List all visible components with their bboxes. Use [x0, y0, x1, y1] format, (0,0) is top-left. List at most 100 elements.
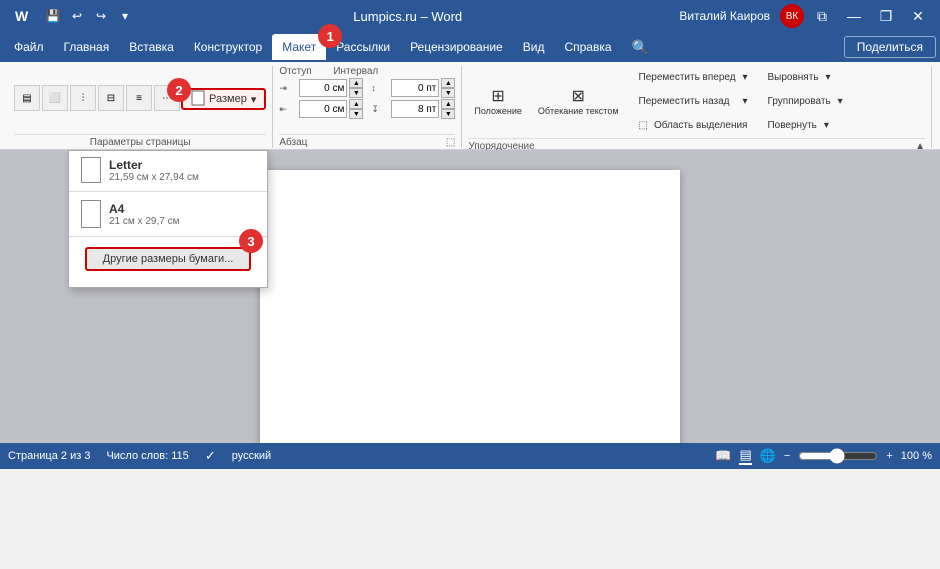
indent-right-up[interactable]: ▲	[349, 99, 363, 109]
redo-quick-btn[interactable]: ↪	[90, 5, 112, 27]
group-btn[interactable]: Группировать ▾	[761, 90, 848, 112]
print-layout-btn[interactable]: ▤	[739, 447, 751, 465]
size-dropdown: Letter 21,59 см х 27,94 см A4 21 см х 29…	[68, 150, 268, 288]
interval-before-arrows: ▲ ▼	[441, 78, 455, 98]
arrange-col-2: ⊠ Обтекание текстом	[532, 75, 625, 127]
paragraph-tools: Отступ Интервал ⇥ 0 см ▲ ▼ ↕ 0 пт ▲ ▼ ⇤	[279, 66, 455, 132]
ribbon: ▤ ⬜ ⫶ ⊟ ≡ ⋯ 2 Размер ▾ Параметры страниц	[0, 62, 940, 150]
close-btn[interactable]: ✕	[904, 2, 932, 30]
menu-right: Поделиться	[844, 36, 936, 58]
rotate-label: Повернуть	[767, 120, 816, 131]
indent-right-input[interactable]	[299, 100, 347, 118]
menu-constructor[interactable]: Конструктор	[184, 34, 272, 60]
a4-size: 21 см х 29,7 см	[109, 216, 179, 227]
restore-btn[interactable]: ⧉	[808, 2, 836, 30]
bring-forward-arrow: ▾	[742, 72, 747, 83]
other-sizes-button[interactable]: Другие размеры бумаги...	[85, 247, 251, 271]
interval-after-up[interactable]: ▲	[441, 99, 455, 109]
bring-forward-label: Переместить вперед	[639, 72, 736, 83]
interval-after-input[interactable]: 8 пт	[391, 100, 439, 118]
dropdown-a4[interactable]: A4 21 см х 29,7 см	[69, 194, 267, 234]
proofing-icon[interactable]: ✓	[205, 448, 216, 464]
letter-size: 21,59 см х 27,94 см	[109, 172, 199, 183]
web-layout-btn[interactable]: 🌐	[760, 448, 776, 464]
indent-left-up[interactable]: ▲	[349, 78, 363, 88]
indent-left-arrows: ▲ ▼	[349, 78, 363, 98]
title-text: Lumpics.ru – Word	[353, 9, 462, 24]
orientation-icon[interactable]: ⬜	[42, 85, 68, 111]
minimize-btn[interactable]: —	[840, 2, 868, 30]
size-button[interactable]: Размер ▾	[181, 88, 266, 110]
dropdown-letter[interactable]: Letter 21,59 см х 27,94 см	[69, 151, 267, 189]
margins-icon[interactable]: ▤	[14, 85, 40, 111]
share-button[interactable]: Поделиться	[844, 36, 936, 58]
rotate-btn[interactable]: Повернуть ▾	[761, 114, 848, 136]
interval-after-down[interactable]: ▼	[441, 109, 455, 119]
indent-right-icon: ⇤	[279, 104, 297, 115]
title-bar-right: Виталий Каиров ВК ⧉ — ❐ ✕	[679, 2, 932, 30]
interval-before-up[interactable]: ▲	[441, 78, 455, 88]
arrange-col-4: Выровнять ▾ Группировать ▾ Повернуть ▾	[761, 66, 848, 136]
menu-home[interactable]: Главная	[54, 34, 120, 60]
ribbon-arrange: ⊞ Положение ⊠ Обтекание текстом Перемест…	[462, 66, 932, 148]
zoom-value: 100 %	[901, 450, 932, 462]
send-backward-label: Переместить назад	[639, 96, 730, 107]
position-btn[interactable]: ⊞ Положение	[468, 75, 528, 127]
ribbon-page-setup: ▤ ⬜ ⫶ ⊟ ≡ ⋯ 2 Размер ▾ Параметры страниц	[8, 66, 273, 148]
indent-left-down[interactable]: ▼	[349, 88, 363, 98]
selection-pane-label: Область выделения	[654, 120, 748, 131]
menu-review[interactable]: Рецензирование	[400, 34, 513, 60]
search-icon-btn[interactable]: 🔍	[622, 34, 659, 60]
indent-left-input[interactable]: 0 см	[299, 79, 347, 97]
size-dropdown-arrow: ▾	[251, 93, 257, 106]
user-avatar[interactable]: ВК	[780, 4, 804, 28]
maximize-btn[interactable]: ❐	[872, 2, 900, 30]
bring-forward-btn[interactable]: Переместить вперед ▾	[633, 66, 754, 88]
paragraph-expand-btn[interactable]: ⬚	[446, 137, 455, 148]
zoom-out-btn[interactable]: −	[784, 450, 790, 462]
letter-name: Letter	[109, 158, 199, 172]
align-btn[interactable]: Выровнять ▾	[761, 66, 848, 88]
interval-before-input[interactable]: 0 пт	[391, 79, 439, 97]
menu-layout[interactable]: Макет 1	[272, 34, 326, 60]
position-label: Положение	[474, 106, 522, 116]
word-icon: W	[8, 2, 36, 30]
size-btn-label: Размер	[209, 93, 247, 105]
interval-before-down[interactable]: ▼	[441, 88, 455, 98]
hyphenation-icon[interactable]: ⋯	[154, 85, 180, 111]
menu-bar: Файл Главная Вставка Конструктор Макет 1…	[0, 32, 940, 62]
selection-pane-btn[interactable]: ⬚ Область выделения	[633, 114, 754, 136]
dropdown-sep	[69, 191, 267, 192]
menu-insert[interactable]: Вставка	[119, 34, 184, 60]
undo-quick-btn[interactable]: ↩	[66, 5, 88, 27]
menu-layout-label: Макет	[282, 40, 316, 54]
menu-view[interactable]: Вид	[513, 34, 555, 60]
indent-section: Отступ Интервал	[279, 66, 373, 77]
menu-help[interactable]: Справка	[554, 34, 621, 60]
save-quick-btn[interactable]: 💾	[42, 5, 64, 27]
status-bar: Страница 2 из 3 Число слов: 115 ✓ русски…	[0, 443, 940, 469]
menu-mailings[interactable]: Рассылки	[326, 34, 400, 60]
quick-access-toolbar: 💾 ↩ ↪ ▾	[42, 5, 136, 27]
paragraph-section-label: Абзац	[279, 137, 307, 148]
breaks-icon[interactable]: ⊟	[98, 85, 124, 111]
language[interactable]: русский	[232, 450, 271, 462]
qa-dropdown-btn[interactable]: ▾	[114, 5, 136, 27]
indent-row-1: ⇥ 0 см ▲ ▼ ↕ 0 пт ▲ ▼	[279, 78, 455, 98]
menu-file[interactable]: Файл	[4, 34, 54, 60]
window-title: Lumpics.ru – Word	[136, 9, 679, 24]
zoom-slider[interactable]	[798, 448, 878, 464]
page-setup-tools: ▤ ⬜ ⫶ ⊟ ≡ ⋯ 2 Размер ▾	[14, 66, 266, 132]
zoom-in-btn[interactable]: +	[886, 450, 892, 462]
linenumbers-icon[interactable]: ≡	[126, 85, 152, 111]
word-count: Число слов: 115	[106, 450, 188, 462]
wrap-btn[interactable]: ⊠ Обтекание текстом	[532, 75, 625, 127]
send-backward-btn[interactable]: Переместить назад ▾	[633, 90, 754, 112]
columns-icon[interactable]: ⫶	[70, 85, 96, 111]
read-mode-btn[interactable]: 📖	[715, 448, 731, 464]
rotate-arrow: ▾	[824, 120, 829, 131]
indent-right-down[interactable]: ▼	[349, 109, 363, 119]
interval-label: Интервал	[333, 66, 373, 77]
status-right: 📖 ▤ 🌐 − + 100 %	[715, 447, 932, 465]
interval-after-arrows: ▲ ▼	[441, 99, 455, 119]
